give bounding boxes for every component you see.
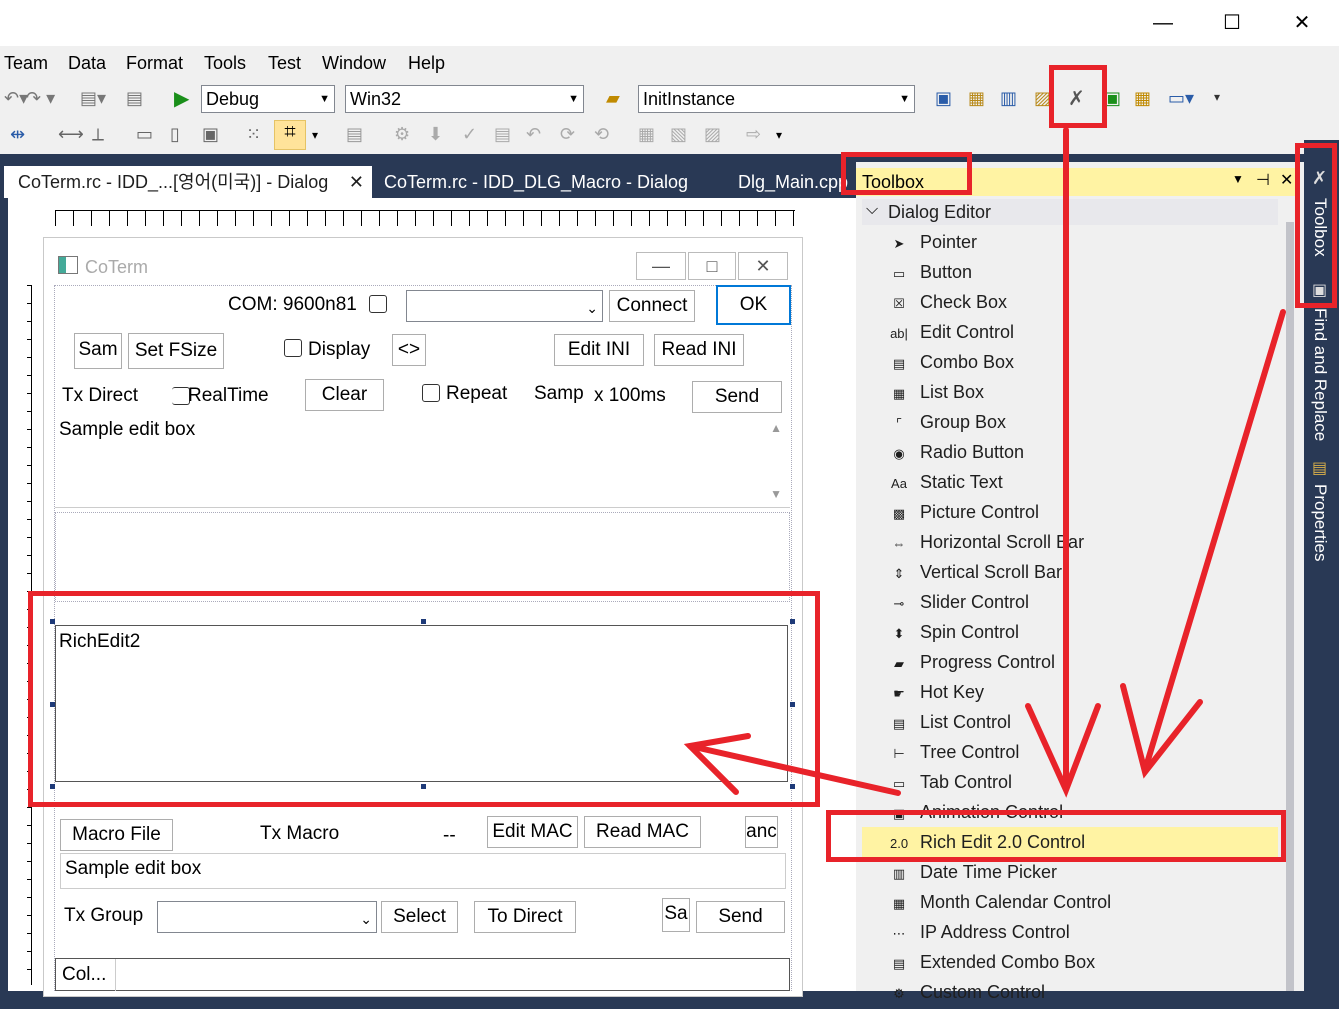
annotation-arrows [683,127,1286,798]
